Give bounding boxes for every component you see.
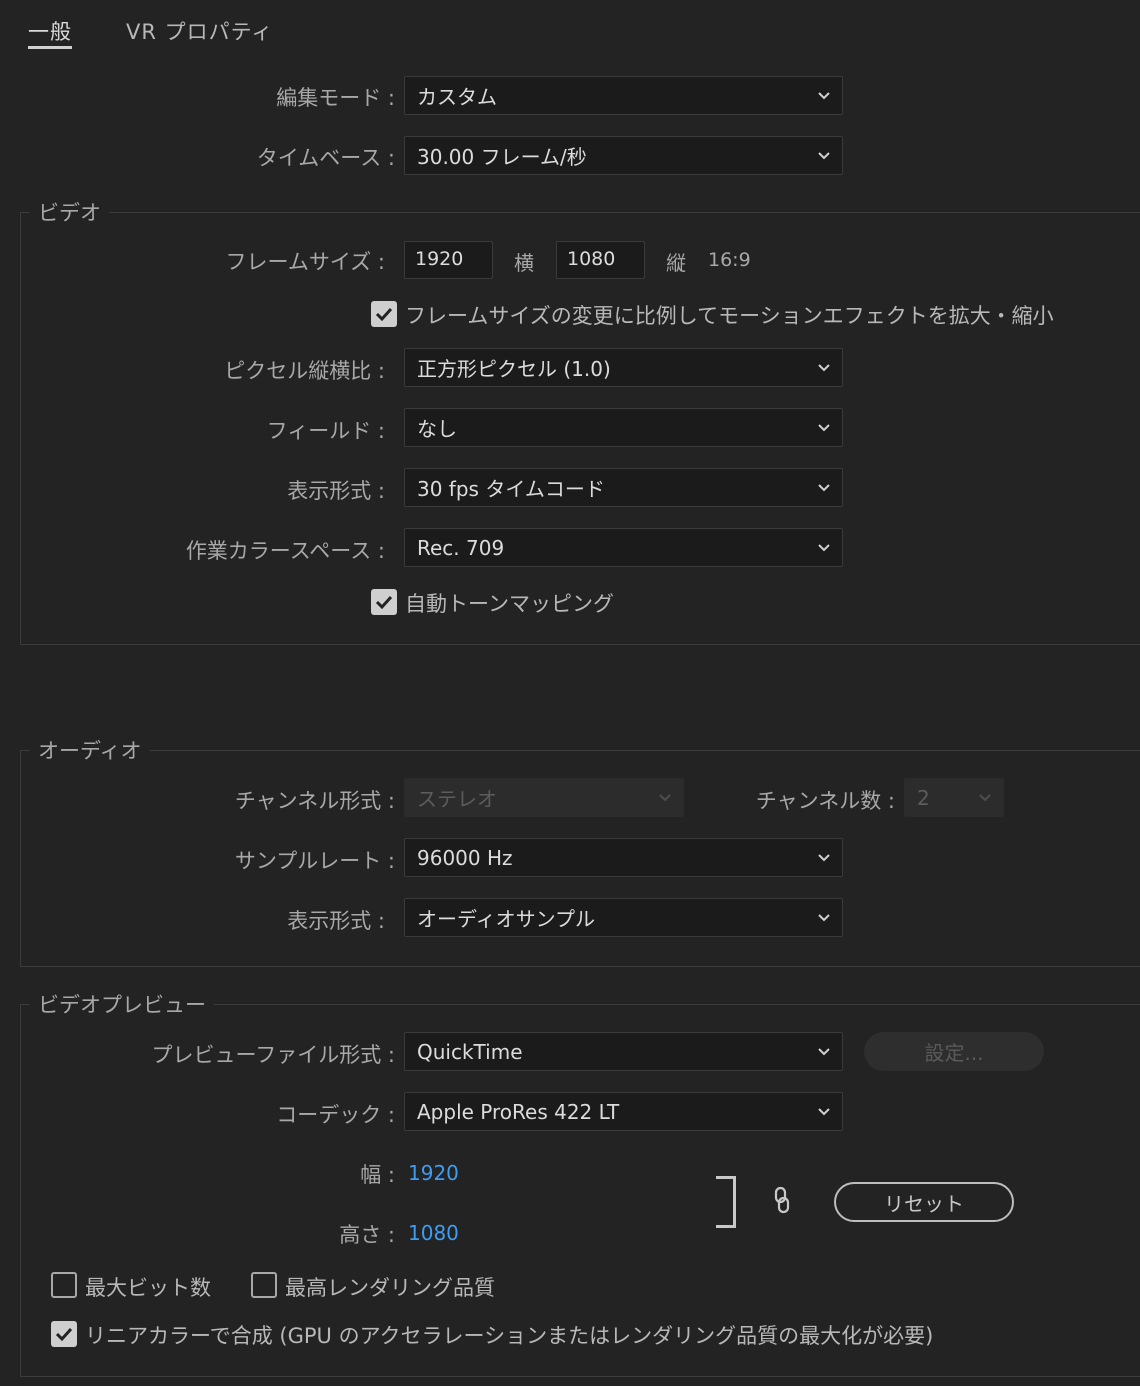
chevron-down-icon <box>816 147 832 163</box>
fields-dropdown[interactable]: なし <box>404 408 843 447</box>
aspect-ratio-text: 16:9 <box>708 249 751 271</box>
chevron-down-icon <box>816 359 832 375</box>
audio-display-format-dropdown[interactable]: オーディオサンプル <box>404 898 843 937</box>
linear-color-checkbox[interactable] <box>51 1321 77 1347</box>
chevron-down-icon <box>816 539 832 555</box>
video-section-border-left <box>20 212 21 645</box>
channel-format-dropdown[interactable]: ステレオ <box>404 778 684 817</box>
chevron-down-icon <box>657 789 673 805</box>
color-space-label: 作業カラースペース : <box>185 539 385 563</box>
channel-count-dropdown[interactable]: 2 <box>904 778 1004 817</box>
tab-general-underline <box>28 46 72 49</box>
link-bracket-icon <box>716 1176 736 1228</box>
width-unit-label: 横 <box>514 251 534 275</box>
chevron-down-icon <box>977 789 993 805</box>
audio-display-format-value: オーディオサンプル <box>417 907 595 931</box>
chain-link-icon[interactable] <box>772 1186 792 1219</box>
sample-rate-dropdown[interactable]: 96000 Hz <box>404 838 843 877</box>
frame-height-input[interactable]: 1080 <box>556 241 645 279</box>
tab-general[interactable]: 一般 <box>28 16 72 46</box>
chevron-down-icon <box>816 1103 832 1119</box>
tone-mapping-label: 自動トーンマッピング <box>405 592 614 616</box>
preview-file-format-value: QuickTime <box>417 1039 523 1064</box>
audio-section-border-left <box>20 750 21 967</box>
chevron-down-icon <box>816 479 832 495</box>
video-display-format-dropdown[interactable]: 30 fps タイムコード <box>404 468 843 507</box>
max-render-quality-checkbox[interactable] <box>251 1272 277 1298</box>
chevron-down-icon <box>816 849 832 865</box>
chevron-down-icon <box>816 909 832 925</box>
audio-display-format-label: 表示形式 : <box>287 909 385 933</box>
chevron-down-icon <box>816 419 832 435</box>
scale-motion-checkbox[interactable] <box>371 301 397 327</box>
audio-section-border-bottom <box>20 966 1140 967</box>
channel-count-label: チャンネル数 : <box>755 789 895 813</box>
checkmark-icon <box>375 307 393 322</box>
fields-value: なし <box>417 417 457 441</box>
audio-section-border <box>20 750 1140 751</box>
sample-rate-label: サンプルレート : <box>234 849 395 873</box>
video-display-format-value: 30 fps タイムコード <box>417 477 605 501</box>
preview-section-border-bottom <box>20 1376 1140 1377</box>
max-bit-depth-checkbox[interactable] <box>51 1272 77 1298</box>
channel-count-value: 2 <box>917 785 930 810</box>
tab-vr-properties[interactable]: VR プロパティ <box>126 16 273 46</box>
preview-section-border-left <box>20 1004 21 1377</box>
max-bit-depth-label: 最大ビット数 <box>85 1276 211 1300</box>
timebase-value: 30.00 フレーム/秒 <box>417 145 587 169</box>
checkmark-icon <box>55 1327 73 1342</box>
edit-mode-label: 編集モード : <box>276 86 395 110</box>
preview-height-label: 高さ : <box>339 1223 395 1247</box>
codec-dropdown[interactable]: Apple ProRes 422 LT <box>404 1092 843 1131</box>
audio-section-title: オーディオ <box>30 735 150 765</box>
color-space-dropdown[interactable]: Rec. 709 <box>404 528 843 567</box>
video-display-format-label: 表示形式 : <box>287 479 385 503</box>
preview-height-value[interactable]: 1080 <box>408 1221 459 1245</box>
codec-value: Apple ProRes 422 LT <box>417 1099 620 1124</box>
settings-button[interactable]: 設定... <box>864 1032 1044 1071</box>
preview-width-label: 幅 : <box>360 1163 395 1187</box>
video-section-title: ビデオ <box>30 197 109 227</box>
channel-format-label: チャンネル形式 : <box>234 789 395 813</box>
linear-color-label: リニアカラーで合成 (GPU のアクセラレーションまたはレンダリング品質の最大化… <box>85 1324 934 1348</box>
video-section-border-bottom <box>20 644 1140 645</box>
codec-label: コーデック : <box>276 1103 395 1127</box>
pixel-aspect-label: ピクセル縦横比 : <box>224 359 385 383</box>
pixel-aspect-value: 正方形ピクセル (1.0) <box>417 357 611 381</box>
frame-size-label: フレームサイズ : <box>225 250 386 274</box>
preview-width-value[interactable]: 1920 <box>408 1161 459 1185</box>
preview-file-format-dropdown[interactable]: QuickTime <box>404 1032 843 1071</box>
pixel-aspect-dropdown[interactable]: 正方形ピクセル (1.0) <box>404 348 843 387</box>
chevron-down-icon <box>816 1043 832 1059</box>
edit-mode-dropdown[interactable]: カスタム <box>404 76 843 115</box>
edit-mode-value: カスタム <box>417 85 497 109</box>
reset-button[interactable]: リセット <box>834 1182 1014 1222</box>
max-render-quality-label: 最高レンダリング品質 <box>285 1276 495 1300</box>
tone-mapping-checkbox[interactable] <box>371 589 397 615</box>
preview-file-format-label: プレビューファイル形式 : <box>151 1043 396 1067</box>
video-section-border <box>20 212 1140 213</box>
preview-section-title: ビデオプレビュー <box>30 989 214 1019</box>
checkmark-icon <box>375 595 393 610</box>
fields-label: フィールド : <box>266 419 385 443</box>
timebase-label: タイムベース : <box>256 146 395 170</box>
chevron-down-icon <box>816 87 832 103</box>
color-space-value: Rec. 709 <box>417 535 505 560</box>
frame-width-input[interactable]: 1920 <box>404 241 493 279</box>
scale-motion-label: フレームサイズの変更に比例してモーションエフェクトを拡大・縮小 <box>405 304 1054 328</box>
height-unit-label: 縦 <box>666 251 686 275</box>
sample-rate-value: 96000 Hz <box>417 845 513 870</box>
timebase-dropdown[interactable]: 30.00 フレーム/秒 <box>404 136 843 175</box>
channel-format-value: ステレオ <box>417 787 497 811</box>
